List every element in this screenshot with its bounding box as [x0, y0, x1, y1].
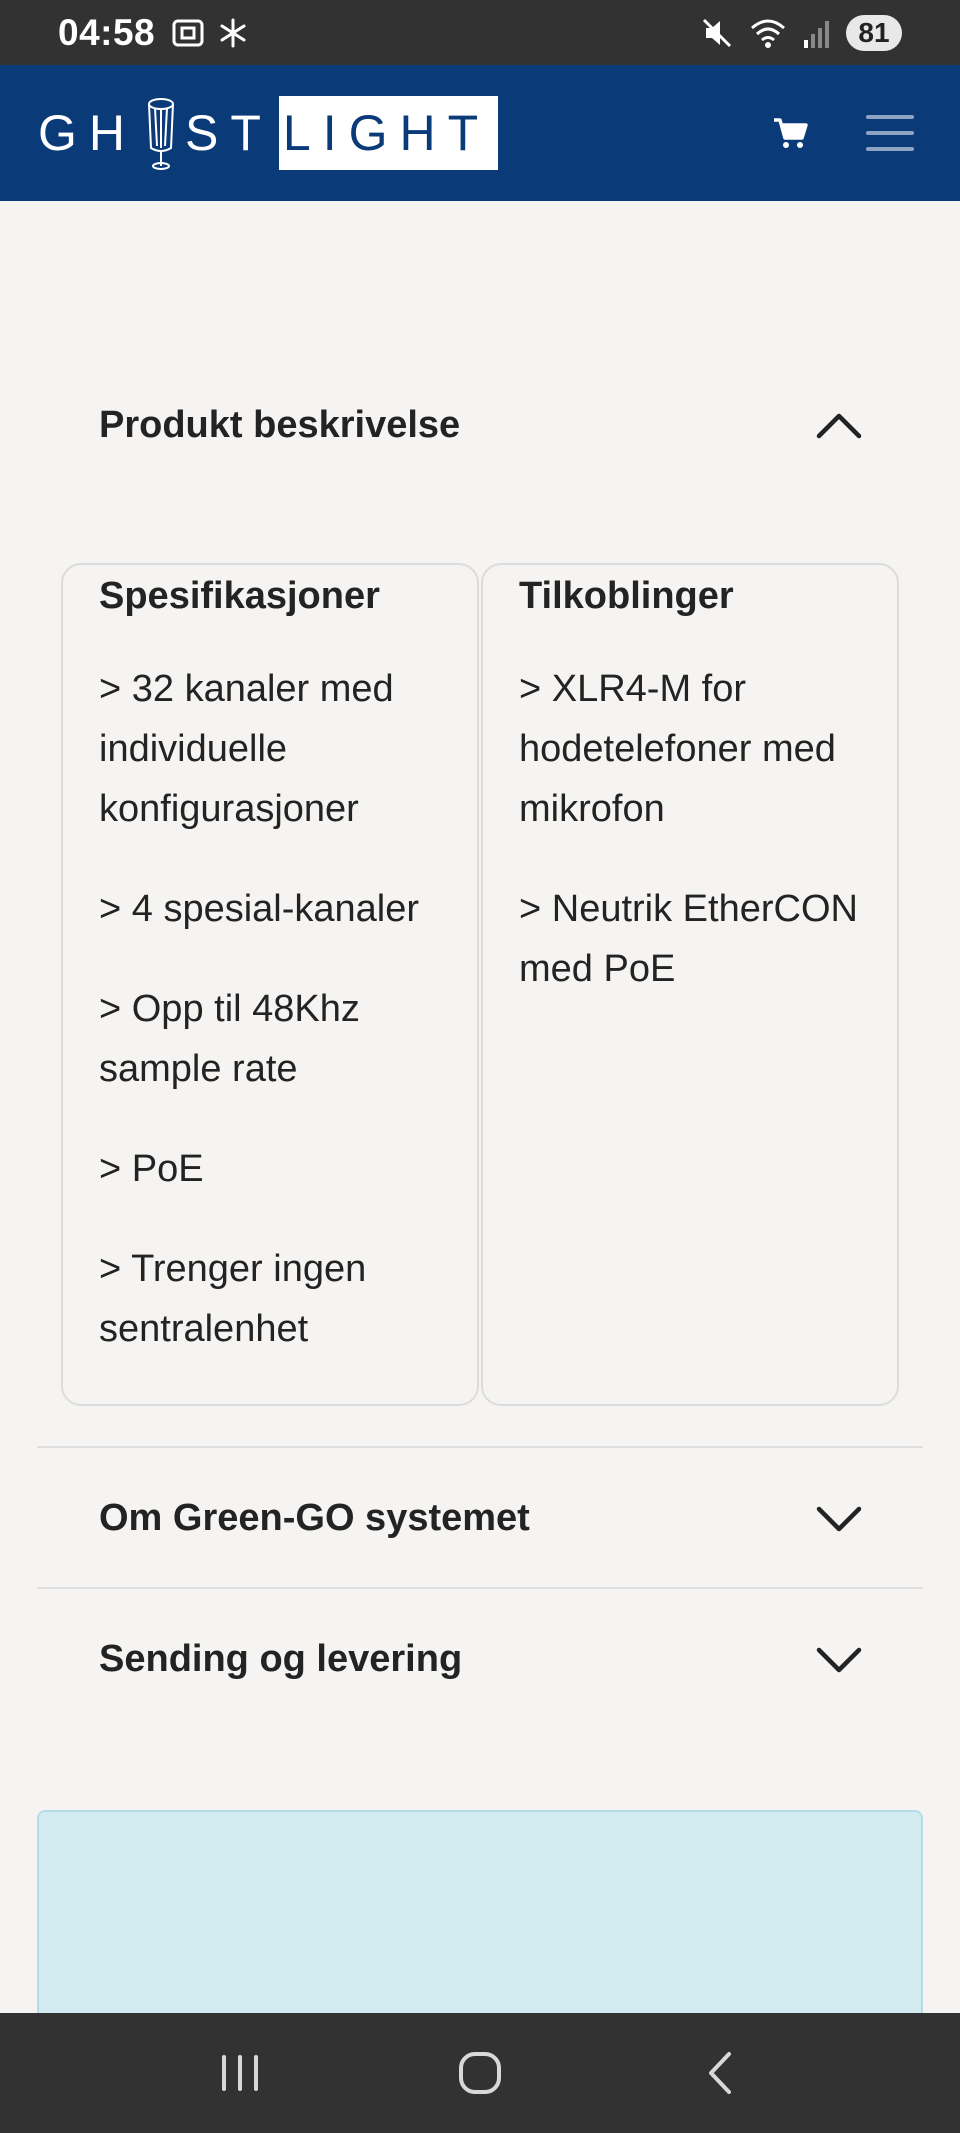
back-icon — [709, 2052, 731, 2094]
logo-text-st: ST — [185, 105, 273, 161]
spec-item: > Opp til 48Khz sample rate — [99, 988, 360, 1090]
chevron-down-icon — [816, 1647, 862, 1673]
battery-indicator: 81 — [846, 14, 902, 51]
back-button[interactable] — [680, 2033, 760, 2113]
chevron-down-icon — [816, 1506, 862, 1532]
home-button[interactable] — [440, 2033, 520, 2113]
product-description-cards: Spesifikasjoner > 32 kanaler med individ… — [61, 563, 899, 1406]
specs-card: Spesifikasjoner > 32 kanaler med individ… — [61, 563, 479, 1406]
accordion-title: Sending og levering — [99, 1637, 463, 1680]
menu-line — [866, 115, 914, 119]
connections-card: Tilkoblinger > XLR4-M for hodetelefoner … — [481, 563, 899, 1406]
cart-icon — [774, 118, 808, 148]
spec-item: > Trenger ingen sentralenhet — [99, 1248, 367, 1350]
screenshot-icon — [172, 19, 204, 46]
recent-apps-button[interactable] — [200, 2033, 280, 2113]
site-header: GH ST LIGHT — [0, 65, 960, 201]
snowflake-icon — [220, 18, 246, 47]
recent-apps-icon — [222, 2055, 258, 2091]
spec-item: > 32 kanaler med individuelle konfiguras… — [99, 668, 394, 830]
cart-button[interactable] — [762, 105, 818, 161]
product-content: Produkt beskrivelse Spesifikasjoner > 32… — [37, 201, 923, 2133]
accordion-om-green-go: Om Green-GO systemet — [37, 1448, 923, 1588]
accordion-title: Om Green-GO systemet — [99, 1496, 530, 1539]
lamp-icon — [148, 98, 174, 170]
ghostlight-logo[interactable]: GH ST LIGHT — [38, 96, 499, 170]
status-time: 04:58 — [58, 11, 156, 53]
logo-text-light: LIGHT — [282, 105, 491, 161]
logo-text-gh: GH — [38, 105, 137, 161]
accordion-header-om-green-go[interactable]: Om Green-GO systemet — [37, 1497, 923, 1540]
connection-item: > Neutrik EtherCON med PoE — [519, 888, 858, 990]
connection-item: > XLR4-M for hodetelefoner med mikrofon — [519, 668, 836, 830]
specs-title: Spesifikasjoner — [99, 575, 380, 617]
status-bar: 04:58 81 — [0, 0, 960, 65]
system-nav-bar — [0, 2013, 960, 2133]
hamburger-menu-button[interactable] — [858, 105, 922, 161]
logo-light-part: LIGHT — [278, 96, 499, 170]
accordion-header-sending-og-levering[interactable]: Sending og levering — [37, 1638, 923, 1681]
chevron-up-icon — [816, 413, 862, 439]
spec-item: > PoE — [99, 1148, 204, 1190]
accordion-header-produkt-beskrivelse[interactable]: Produkt beskrivelse — [37, 385, 923, 465]
signal-icon — [804, 20, 829, 48]
logo-dark-part: GH ST — [38, 96, 279, 170]
accordion-sending-og-levering: Sending og levering — [37, 1589, 923, 1729]
connections-title: Tilkoblinger — [519, 575, 734, 617]
menu-line — [866, 131, 914, 135]
wifi-icon — [751, 19, 785, 48]
mute-icon — [702, 18, 732, 47]
accordion-title: Produkt beskrivelse — [99, 403, 461, 446]
menu-line — [866, 147, 914, 151]
home-icon — [459, 2052, 501, 2094]
spec-item: > 4 spesial-kanaler — [99, 888, 420, 930]
